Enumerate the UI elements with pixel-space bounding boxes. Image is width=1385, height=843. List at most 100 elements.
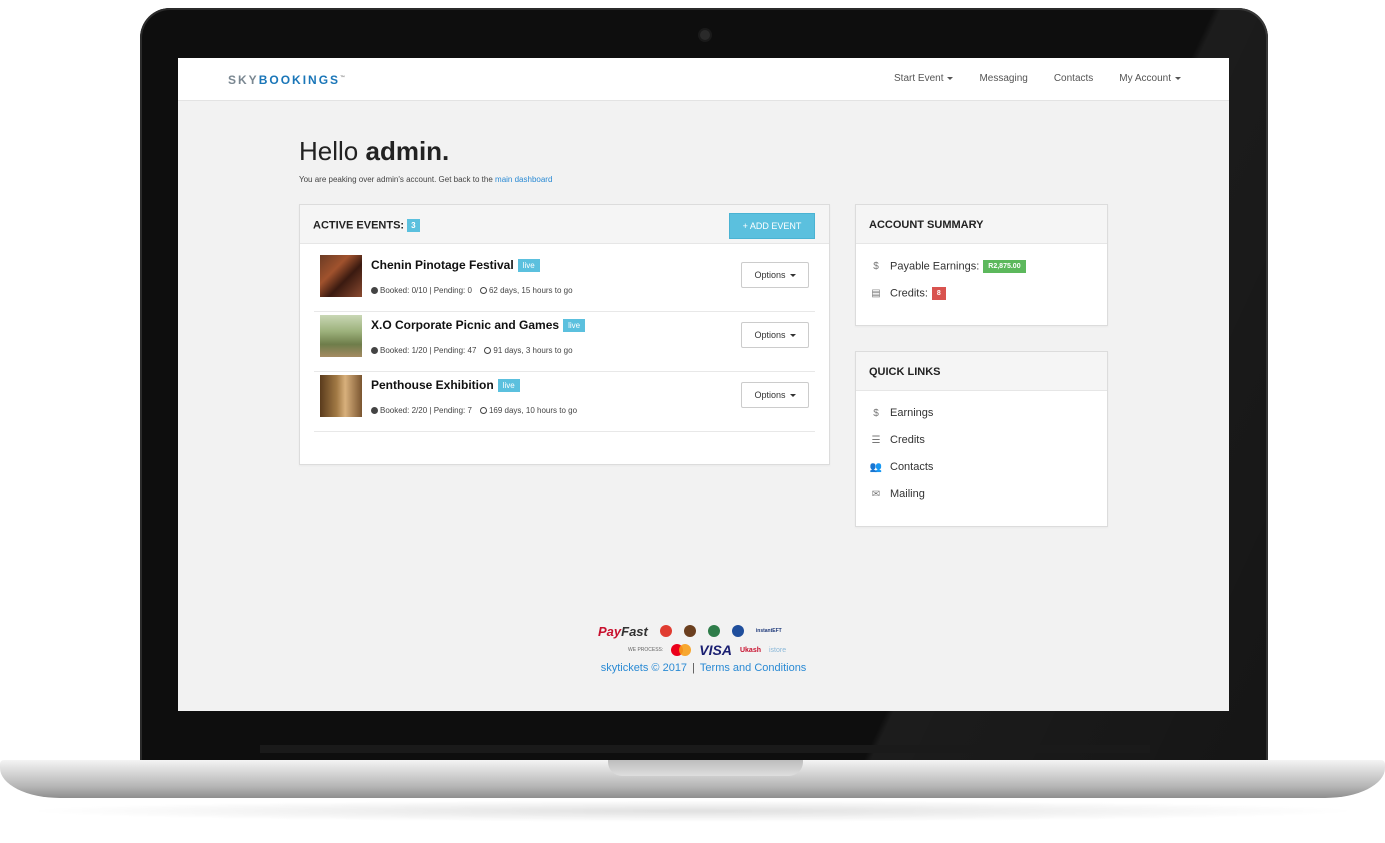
laptop-notch [608,760,803,776]
footer-separator: | [692,662,695,674]
book-icon: ▤ [871,288,881,300]
status-badge: live [497,379,520,393]
main-dashboard-link[interactable]: main dashboard [495,175,552,184]
terms-link[interactable]: Terms and Conditions [700,662,806,674]
active-events-panel: ACTIVE EVENTS: 3 + ADD EVENT Chenin Pinot… [299,204,830,465]
camera-icon [700,30,710,40]
event-booked: Booked: 0/10 [380,286,428,295]
visa-logo: VISA [699,642,732,658]
nav-messaging[interactable]: Messaging [979,73,1027,84]
event-meta: Booked: 2/20 | Pending: 7 169 days, 10 ho… [371,406,577,415]
account-summary-header: ACCOUNT SUMMARY [856,205,1107,244]
event-name-label: Penthouse Exhibition [371,378,494,392]
brand-logo[interactable]: SKYBOOKINGS™ [228,73,345,87]
credits-row: ▤ Credits: 8 [869,287,946,300]
screen: SKYBOOKINGS™ Start Event Messaging Conta… [178,58,1229,711]
status-badge: live [563,319,586,333]
payment-logos-row2: WE PROCESS: VISA Ukash istore [628,642,786,658]
event-row: Penthouse Exhibition live Booked: 2/20 | … [314,373,815,432]
event-name[interactable]: X.O Corporate Picnic and Games live [371,318,586,333]
bank-logo-icon [683,625,696,637]
payable-earnings-row: $ Payable Earnings: R2,875.00 [869,260,1026,273]
event-pending: Pending: 0 [433,286,472,295]
payable-label: Payable Earnings: [890,260,980,273]
clock-icon [479,287,487,295]
event-pending: Pending: 7 [433,406,472,415]
users-icon: 👥 [869,462,883,473]
subtitle-text: You are peaking over admin's account. Ge… [299,175,493,184]
page-title: Hello admin. [299,136,449,167]
ukash-logo: Ukash [739,646,761,654]
we-process-label: WE PROCESS: [628,647,664,653]
quick-links-panel: QUICK LINKS $ Earnings ☰ Credits 👥 Contacts… [855,351,1108,527]
events-count-badge: 3 [407,219,420,232]
nav-links: Start Event Messaging Contacts My Accoun… [894,73,1181,84]
envelope-icon: ✉ [871,489,881,500]
options-label: Options [754,330,786,340]
navbar: SKYBOOKINGS™ Start Event Messaging Conta… [178,58,1229,101]
brand-tm: ™ [340,75,346,81]
clock-icon [479,407,487,415]
quick-link-earnings[interactable]: $ Earnings [869,407,933,419]
event-thumbnail [320,375,362,417]
payment-logos-row1: PayFast instantEFT [598,622,818,640]
quick-links-title: QUICK LINKS [869,366,941,378]
event-time: 91 days, 3 hours to go [493,346,573,355]
credits-badge: 8 [931,287,946,300]
options-label: Options [754,270,786,280]
event-pending: Pending: 47 [433,346,477,355]
nav-contacts[interactable]: Contacts [1054,73,1093,84]
active-events-title: ACTIVE EVENTS: 3 [313,219,420,232]
payable-badge: R2,875.00 [983,260,1026,273]
event-thumbnail [320,315,362,357]
brand-part2: BOOKINGS [258,73,341,87]
footer-links: skytickets © 2017 | Terms and Conditions [178,662,1229,674]
event-booked: Booked: 2/20 [380,406,428,415]
list-icon: ☰ [871,435,881,446]
nav-start-event-label: Start Event [894,73,944,84]
event-time: 169 days, 10 hours to go [488,406,578,415]
account-summary-title: ACCOUNT SUMMARY [869,219,984,231]
event-name[interactable]: Penthouse Exhibition live [371,378,520,393]
bank-logo-icon [659,625,672,637]
info-icon [371,407,378,415]
copyright-link[interactable]: skytickets © 2017 [601,662,687,674]
event-name-label: X.O Corporate Picnic and Games [371,318,560,332]
options-label: Options [754,390,786,400]
hello-user: admin. [365,136,450,166]
event-booked: Booked: 1/20 [380,346,428,355]
options-button[interactable]: Options [741,382,809,408]
quick-link-mailing[interactable]: ✉ Mailing [869,488,925,500]
chevron-down-icon [789,394,796,398]
nav-start-event[interactable]: Start Event [894,73,954,84]
account-summary-panel: ACCOUNT SUMMARY $ Payable Earnings: R2,875… [855,204,1108,326]
page-subtitle: You are peaking over admin's account. Ge… [299,175,552,184]
laptop-shadow [20,800,1365,822]
nav-my-account[interactable]: My Account [1119,73,1181,84]
event-meta: Booked: 0/10 | Pending: 0 62 days, 15 hou… [371,286,573,295]
dollar-icon: $ [873,261,879,273]
event-meta: Booked: 1/20 | Pending: 47 91 days, 3 hou… [371,346,573,355]
credits-label: Credits: [890,287,928,300]
quick-link-label: Credits [890,434,925,446]
nav-my-account-label: My Account [1119,73,1171,84]
add-event-button[interactable]: + ADD EVENT [729,213,815,239]
dollar-icon: $ [873,408,879,419]
event-row: Chenin Pinotage Festival live Booked: 0/1… [314,253,815,312]
options-button[interactable]: Options [741,262,809,288]
info-icon [371,287,378,295]
chevron-down-icon [789,274,796,278]
instant-eft-logo: instantEFT [755,628,782,634]
quick-link-label: Contacts [890,461,934,473]
event-name-label: Chenin Pinotage Festival [371,258,514,272]
quick-link-contacts[interactable]: 👥 Contacts [869,461,934,473]
bank-logo-icon [731,625,744,637]
chevron-down-icon [1175,76,1181,80]
event-name[interactable]: Chenin Pinotage Festival live [371,258,540,273]
active-events-title-label: ACTIVE EVENTS: [313,219,405,232]
payfast-logo: PayFast [598,624,648,639]
options-button[interactable]: Options [741,322,809,348]
quick-links-header: QUICK LINKS [856,352,1107,391]
bank-logo-icon [707,625,720,637]
quick-link-credits[interactable]: ☰ Credits [869,434,925,446]
